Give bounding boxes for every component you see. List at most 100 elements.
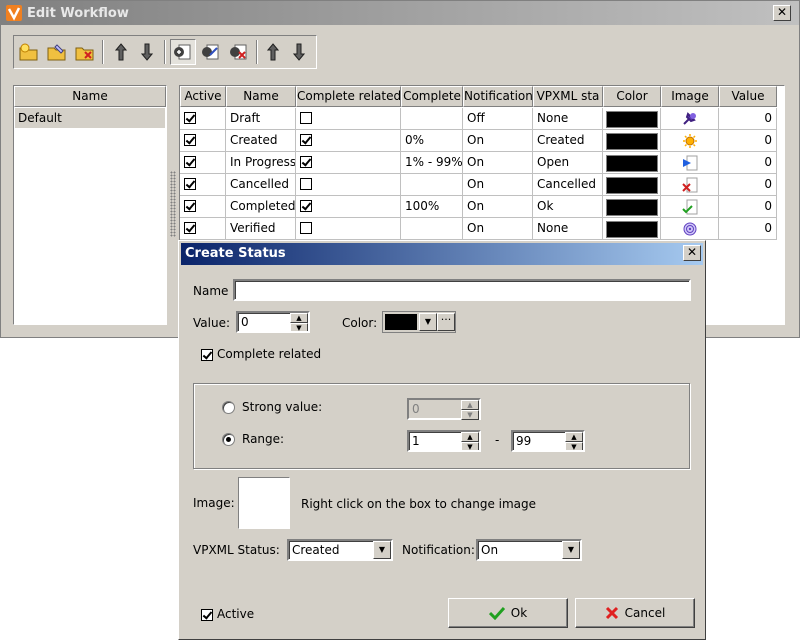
complete-related-checkbox-cell[interactable]	[296, 196, 401, 218]
column-header[interactable]: Complete	[401, 86, 463, 107]
color-dropdown-button[interactable]: ▼	[419, 313, 437, 331]
color-cell[interactable]	[603, 130, 661, 152]
active-checkbox-cell[interactable]	[180, 108, 226, 130]
range-to-input[interactable]: 99 ▲ ▼	[511, 430, 585, 452]
move-status-down-button[interactable]	[286, 39, 312, 65]
column-header[interactable]: Notification	[463, 86, 533, 107]
column-header[interactable]: Complete related	[296, 86, 401, 107]
active-checkbox-cell[interactable]	[180, 174, 226, 196]
notification-dropdown-icon[interactable]: ▼	[562, 541, 580, 559]
workflow-list-item[interactable]: Default	[15, 108, 165, 128]
color-picker[interactable]: ▼ ···	[382, 311, 456, 333]
vpxml-cell[interactable]: Cancelled	[533, 174, 603, 196]
checkbox-unchecked-icon[interactable]	[300, 177, 312, 190]
move-workflow-up-button[interactable]	[108, 39, 134, 65]
complete-related-checkbox-cell[interactable]	[296, 218, 401, 240]
column-header[interactable]: Name	[226, 86, 296, 107]
value-cell[interactable]: 0	[719, 152, 777, 174]
notification-cell[interactable]: On	[463, 130, 533, 152]
active-checkbox[interactable]	[201, 608, 213, 622]
value-spinner[interactable]: ▲ ▼	[290, 313, 308, 331]
image-cell[interactable]	[661, 152, 719, 174]
complete-cell[interactable]: 0%	[401, 130, 463, 152]
delete-workflow-button[interactable]	[72, 39, 98, 65]
strong-value-spinner[interactable]: ▲ ▼	[461, 400, 479, 420]
vpxml-status-select[interactable]: Created ▼	[287, 539, 393, 561]
complete-cell[interactable]: 100%	[401, 196, 463, 218]
image-cell[interactable]	[661, 130, 719, 152]
value-spin-up-icon[interactable]: ▲	[290, 313, 308, 323]
strong-value-radio[interactable]	[222, 401, 235, 414]
value-input[interactable]: 0 ▲ ▼	[236, 311, 310, 333]
name-cell[interactable]: Draft	[226, 108, 296, 130]
range-to-down-icon[interactable]: ▼	[565, 442, 583, 450]
dialog-titlebar[interactable]: Create Status ✕	[181, 243, 703, 265]
name-cell[interactable]: Created	[226, 130, 296, 152]
range-radio[interactable]	[222, 433, 235, 446]
checkbox-checked-icon[interactable]	[184, 133, 196, 146]
complete-cell[interactable]	[401, 174, 463, 196]
notification-cell[interactable]: On	[463, 218, 533, 240]
strong-spin-up-icon[interactable]: ▲	[461, 400, 479, 410]
color-cell[interactable]	[603, 218, 661, 240]
add-workflow-button[interactable]	[16, 39, 42, 65]
edit-workflow-button[interactable]	[44, 39, 70, 65]
checkbox-checked-icon[interactable]	[300, 199, 312, 212]
vpxml-cell[interactable]: None	[533, 218, 603, 240]
checkbox-checked-icon[interactable]	[184, 199, 196, 212]
value-cell[interactable]: 0	[719, 174, 777, 196]
checkbox-checked-icon[interactable]	[300, 133, 312, 146]
name-cell[interactable]: Verified	[226, 218, 296, 240]
complete-related-checkbox-cell[interactable]	[296, 152, 401, 174]
workflow-list[interactable]: Name Default	[13, 85, 167, 325]
name-input[interactable]	[233, 279, 691, 301]
active-checkbox-cell[interactable]	[180, 130, 226, 152]
move-status-up-button[interactable]	[260, 39, 286, 65]
checkbox-checked-icon[interactable]	[184, 111, 196, 124]
column-header[interactable]: Active	[180, 86, 226, 107]
value-cell[interactable]: 0	[719, 218, 777, 240]
notification-cell[interactable]: On	[463, 174, 533, 196]
range-to-spinner[interactable]: ▲ ▼	[565, 432, 583, 450]
vpxml-cell[interactable]: Open	[533, 152, 603, 174]
active-checkbox-cell[interactable]	[180, 218, 226, 240]
checkbox-unchecked-icon[interactable]	[300, 111, 312, 124]
range-from-up-icon[interactable]: ▲	[461, 432, 479, 442]
color-cell[interactable]	[603, 196, 661, 218]
column-header[interactable]: Color	[603, 86, 661, 107]
ok-button[interactable]: Ok	[448, 598, 568, 628]
value-spin-down-icon[interactable]: ▼	[290, 323, 308, 331]
column-header[interactable]: Image	[661, 86, 719, 107]
image-cell[interactable]	[661, 174, 719, 196]
vpxml-cell[interactable]: Ok	[533, 196, 603, 218]
delete-status-button[interactable]	[226, 39, 252, 65]
complete-cell[interactable]	[401, 218, 463, 240]
workflow-list-header-name[interactable]: Name	[14, 86, 166, 107]
active-checkbox-cell[interactable]	[180, 196, 226, 218]
color-cell[interactable]	[603, 174, 661, 196]
range-from-spinner[interactable]: ▲ ▼	[461, 432, 479, 450]
checkbox-unchecked-icon[interactable]	[300, 221, 312, 234]
complete-related-checkbox-cell[interactable]	[296, 108, 401, 130]
add-status-button[interactable]	[170, 39, 196, 65]
image-box[interactable]	[238, 477, 290, 529]
complete-cell[interactable]	[401, 108, 463, 130]
move-workflow-down-button[interactable]	[134, 39, 160, 65]
edit-status-button[interactable]	[198, 39, 224, 65]
value-cell[interactable]: 0	[719, 130, 777, 152]
name-cell[interactable]: In Progress	[226, 152, 296, 174]
notification-cell[interactable]: On	[463, 152, 533, 174]
image-cell[interactable]	[661, 196, 719, 218]
main-titlebar[interactable]: Edit Workflow ✕	[1, 1, 799, 25]
complete-cell[interactable]: 1% - 99%	[401, 152, 463, 174]
range-to-up-icon[interactable]: ▲	[565, 432, 583, 442]
checkbox-checked-icon[interactable]	[184, 155, 196, 168]
color-cell[interactable]	[603, 152, 661, 174]
active-checkbox-cell[interactable]	[180, 152, 226, 174]
notification-cell[interactable]: On	[463, 196, 533, 218]
color-cell[interactable]	[603, 108, 661, 130]
notification-select[interactable]: On ▼	[476, 539, 582, 561]
color-more-button[interactable]: ···	[437, 313, 455, 331]
complete-related-checkbox-cell[interactable]	[296, 130, 401, 152]
vpxml-cell[interactable]: None	[533, 108, 603, 130]
